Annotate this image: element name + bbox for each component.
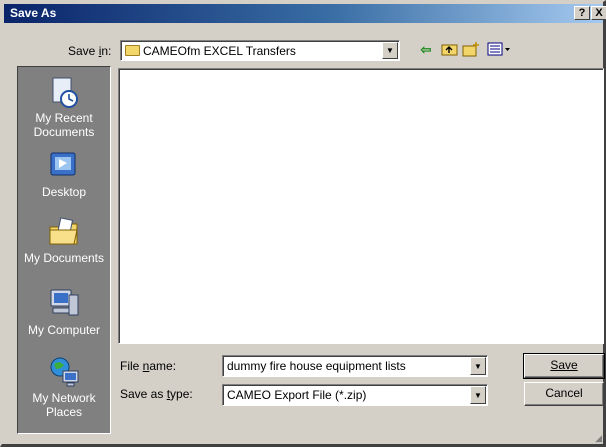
place-my-computer[interactable]: My Computer [18, 287, 110, 337]
place-desktop[interactable]: Desktop [18, 149, 110, 199]
views-menu-icon[interactable] [487, 41, 513, 59]
close-button[interactable]: X [591, 6, 606, 20]
save-in-dropdown[interactable]: CAMEOfm EXCEL Transfers ▼ [120, 40, 400, 61]
place-my-network-places[interactable]: My Network Places [18, 355, 110, 419]
file-name-label: File name: [120, 359, 177, 373]
place-label: My Computer [27, 323, 101, 337]
place-label: My Network Places [32, 391, 96, 419]
chevron-down-icon[interactable]: ▼ [470, 386, 486, 404]
save-as-type-dropdown[interactable]: CAMEO Export File (*.zip) ▼ [222, 384, 488, 406]
desktop-icon [47, 149, 81, 183]
file-list-view[interactable] [118, 68, 604, 344]
my-documents-icon [47, 215, 81, 249]
new-folder-icon[interactable] [462, 41, 480, 59]
save-button[interactable]: Save [523, 353, 605, 379]
place-label: Desktop [41, 185, 87, 199]
place-label: My Documents [23, 251, 105, 265]
title-bar[interactable]: Save As ? X [4, 4, 606, 23]
back-icon[interactable]: ⇦ [417, 41, 435, 59]
save-as-type-value: CAMEO Export File (*.zip) [227, 388, 367, 402]
my-computer-icon [47, 287, 81, 321]
resize-grip-icon[interactable]: ◢ [595, 433, 602, 444]
chevron-down-icon[interactable]: ▼ [470, 357, 486, 375]
up-folder-icon[interactable] [441, 41, 459, 59]
place-my-documents[interactable]: My Documents [18, 215, 110, 265]
help-button[interactable]: ? [574, 6, 590, 20]
network-places-icon [47, 355, 81, 389]
save-as-type-label: Save as type: [120, 387, 193, 401]
dialog-title: Save As [10, 6, 57, 20]
cancel-button[interactable]: Cancel [524, 382, 604, 406]
save-button-label: Save [550, 358, 578, 372]
file-name-input[interactable]: dummy fire house equipment lists ▼ [222, 355, 488, 377]
places-bar: My Recent Documents Desktop My Documents… [17, 66, 111, 434]
folder-icon [125, 45, 140, 56]
place-recent-documents[interactable]: My Recent Documents [18, 75, 110, 139]
chevron-down-icon[interactable]: ▼ [382, 42, 398, 59]
recent-documents-icon [47, 75, 81, 109]
place-label: My Recent Documents [33, 111, 95, 139]
file-name-value[interactable]: dummy fire house equipment lists [227, 359, 406, 373]
save-in-label: Save in: [68, 44, 112, 58]
save-in-value: CAMEOfm EXCEL Transfers [143, 44, 296, 58]
